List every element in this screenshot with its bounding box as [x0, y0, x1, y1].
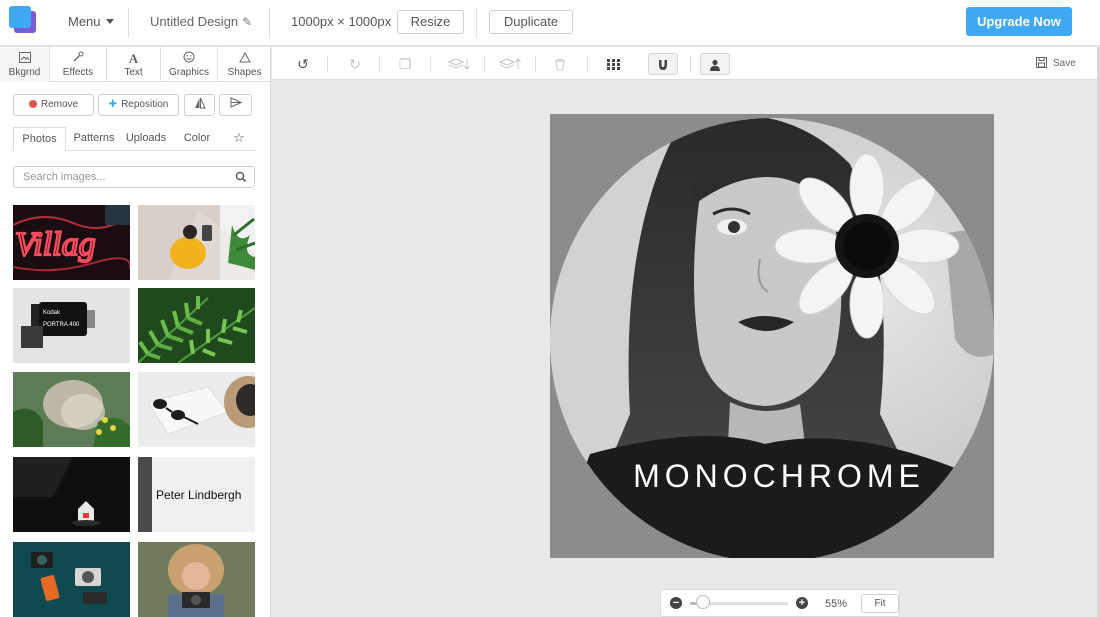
- book-title-text: Peter Lindbergh: [156, 488, 241, 502]
- copy-icon[interactable]: ❐: [393, 53, 417, 75]
- subtab-patterns[interactable]: Patterns: [69, 127, 119, 151]
- zoom-out-icon[interactable]: −: [670, 597, 682, 609]
- person-icon[interactable]: [700, 53, 730, 75]
- image-source-tabs: Photos Patterns Uploads Color ☆: [13, 127, 256, 151]
- save-label: Save: [1053, 58, 1076, 69]
- tab-background[interactable]: Bkgrnd: [0, 47, 50, 82]
- remove-icon: [28, 100, 37, 108]
- subtab-photos[interactable]: Photos: [13, 127, 66, 151]
- divider: [379, 55, 380, 73]
- tab-shapes[interactable]: Shapes: [218, 47, 270, 82]
- divider: [128, 8, 129, 38]
- flip-horizontal-icon: [194, 97, 206, 109]
- flip-vertical-icon: [230, 97, 242, 108]
- top-bar: Menu Untitled Design ✎ 1000px × 1000px Re…: [0, 0, 1100, 46]
- duplicate-button[interactable]: Duplicate: [489, 10, 573, 34]
- reposition-button[interactable]: ✚ Reposition: [98, 94, 179, 116]
- photo-thumbnail-glass-portrait[interactable]: [13, 372, 130, 447]
- tab-effects[interactable]: Effects: [50, 47, 107, 82]
- tab-label: Shapes: [227, 67, 262, 78]
- tab-label: Bkgrnd: [8, 67, 41, 78]
- search-box: [13, 166, 255, 188]
- film-type-text: PORTRA 400: [43, 322, 80, 328]
- panel-tabs: Bkgrnd Effects A Text Graphics Shapes: [0, 47, 270, 82]
- menu-label: Menu: [68, 14, 101, 29]
- tab-label: Effects: [62, 67, 94, 78]
- subtab-uploads[interactable]: Uploads: [121, 127, 171, 151]
- zoom-in-icon[interactable]: +: [796, 597, 808, 609]
- text-icon: A: [128, 51, 139, 66]
- star-icon[interactable]: ☆: [227, 127, 251, 151]
- pencil-icon[interactable]: ✎: [242, 15, 252, 29]
- canvas-text-monochrome[interactable]: MONOCHROME: [550, 458, 994, 495]
- zoom-slider-handle[interactable]: [696, 595, 711, 609]
- resize-button[interactable]: Resize: [397, 10, 464, 34]
- bring-forward-icon[interactable]: [495, 53, 525, 75]
- tab-label: Text: [124, 67, 143, 78]
- neon-sign-text: Villag: [15, 226, 96, 263]
- floppy-icon: [1036, 57, 1047, 68]
- magnet-icon[interactable]: [648, 53, 678, 75]
- caret-down-icon: [105, 19, 114, 24]
- photo-thumbnail-neon[interactable]: Villag: [13, 205, 130, 280]
- wand-icon: [50, 51, 106, 67]
- left-panel: Bkgrnd Effects A Text Graphics Shapes Re…: [0, 47, 271, 617]
- redo-icon[interactable]: ↻: [343, 53, 367, 75]
- triangle-icon: [218, 51, 270, 67]
- trash-icon[interactable]: [548, 53, 572, 75]
- image-icon: [0, 51, 49, 67]
- canvas-dimensions: 1000px × 1000px: [291, 14, 392, 29]
- undo-icon[interactable]: ↺: [291, 53, 315, 75]
- app-logo[interactable]: [9, 6, 37, 34]
- send-backward-icon[interactable]: [444, 53, 474, 75]
- tab-text[interactable]: A Text: [107, 47, 161, 82]
- reposition-label: Reposition: [121, 99, 169, 110]
- photo-thumbnail-film-roll[interactable]: Kodak PORTRA 400: [13, 288, 130, 363]
- photo-thumbnail-book[interactable]: Peter Lindbergh: [138, 457, 255, 532]
- divider: [327, 55, 328, 73]
- divider: [269, 8, 270, 38]
- smiley-icon: [161, 51, 217, 67]
- design-canvas[interactable]: MONOCHROME: [550, 114, 994, 558]
- zoom-bar: − + 55% Fit: [660, 589, 900, 617]
- design-title[interactable]: Untitled Design ✎: [150, 14, 252, 29]
- film-brand-text: Kodak: [43, 310, 61, 316]
- search-input[interactable]: [14, 167, 234, 187]
- flip-horizontal-button[interactable]: [184, 94, 215, 116]
- photo-thumbnail-desk[interactable]: [138, 205, 255, 280]
- design-title-text: Untitled Design: [150, 14, 239, 29]
- photo-thumbnail-cameras[interactable]: [13, 542, 130, 617]
- canvas-toolbar: ↺ ↻ ❐ Save: [272, 47, 1100, 80]
- menu-button[interactable]: Menu: [68, 14, 114, 29]
- divider: [476, 8, 477, 38]
- photo-thumbnail-dark-house[interactable]: [13, 457, 130, 532]
- move-icon: ✚: [108, 99, 118, 110]
- fit-button[interactable]: Fit: [861, 594, 899, 613]
- tab-graphics[interactable]: Graphics: [161, 47, 218, 82]
- flip-vertical-button[interactable]: [219, 94, 252, 116]
- divider: [535, 55, 536, 73]
- photo-thumbnail-curly-hair[interactable]: [138, 542, 255, 617]
- zoom-value: 55%: [825, 598, 848, 610]
- remove-button[interactable]: Remove: [13, 94, 94, 116]
- save-button[interactable]: Save: [1036, 57, 1076, 69]
- divider: [484, 55, 485, 73]
- remove-label: Remove: [40, 99, 79, 110]
- upgrade-now-button[interactable]: Upgrade Now: [966, 7, 1072, 36]
- divider: [690, 55, 691, 73]
- divider: [587, 55, 588, 73]
- grid-icon[interactable]: [601, 53, 625, 75]
- photo-thumbnail-sunglasses[interactable]: [138, 372, 255, 447]
- search-icon[interactable]: [234, 170, 248, 184]
- photo-thumbnail-fern[interactable]: [138, 288, 255, 363]
- divider: [430, 55, 431, 73]
- subtab-color[interactable]: Color: [175, 127, 219, 151]
- tab-label: Graphics: [168, 67, 209, 78]
